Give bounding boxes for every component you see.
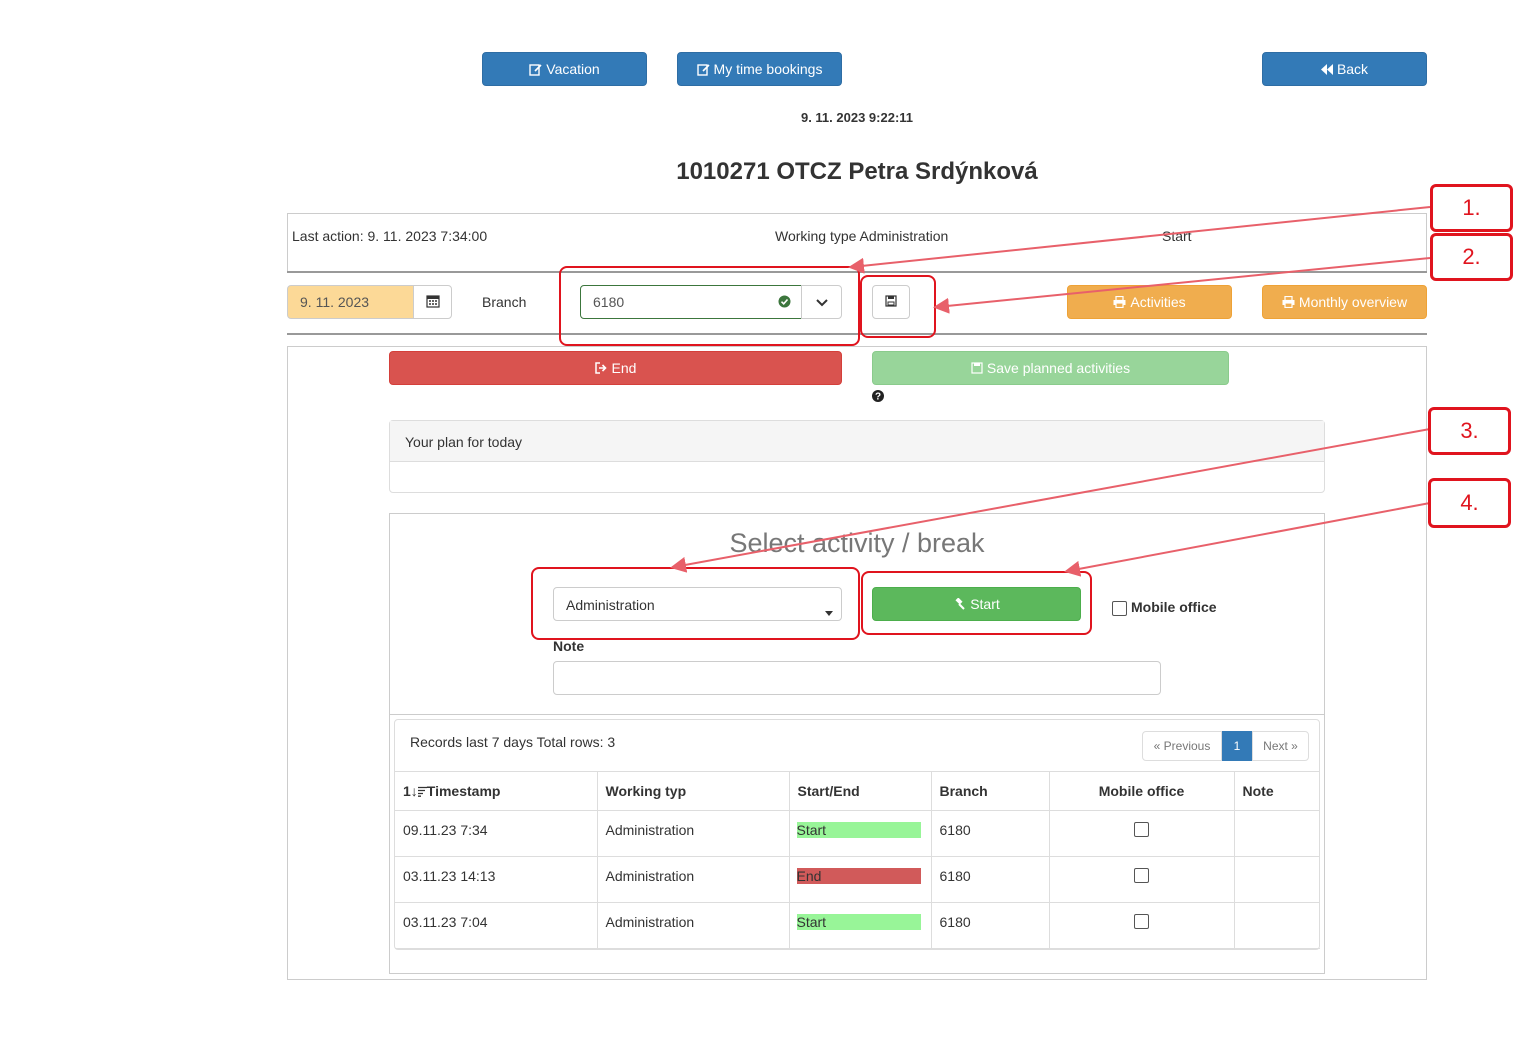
arrow-3 <box>670 428 1431 573</box>
callout-1: 1. <box>1430 184 1513 232</box>
arrow-1 <box>848 206 1431 274</box>
callout-2: 2. <box>1430 233 1513 281</box>
callout-4: 4. <box>1428 478 1511 528</box>
arrow-4 <box>1064 502 1431 577</box>
annotation-arrows <box>670 206 1431 577</box>
arrow-2 <box>933 257 1431 314</box>
callout-3: 3. <box>1428 407 1511 455</box>
